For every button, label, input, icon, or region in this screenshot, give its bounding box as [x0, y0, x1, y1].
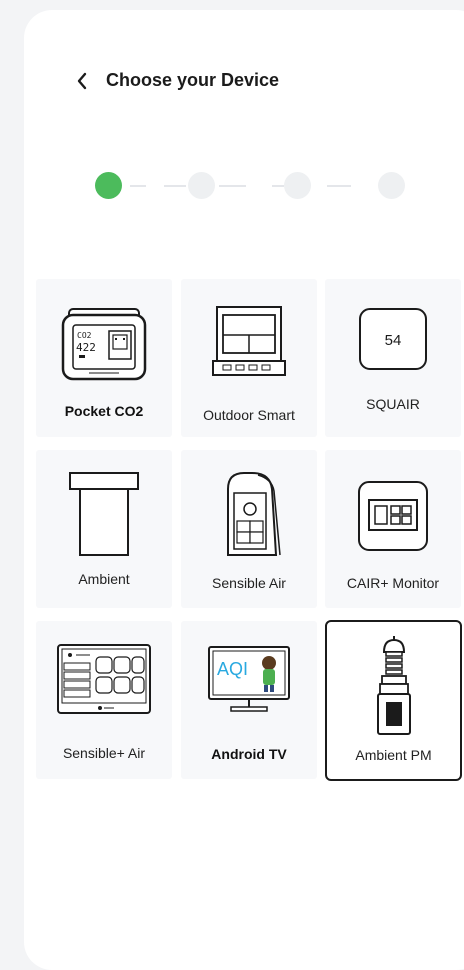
device-tile-sensible-air[interactable]: Sensible Air — [181, 450, 317, 608]
progress-stepper — [78, 166, 418, 206]
device-label-sensible-air: Sensible Air — [212, 575, 286, 591]
sensible-plus-air-device-icon — [57, 644, 151, 714]
step-connector — [327, 185, 351, 187]
device-label-ambient-pm: Ambient PM — [355, 747, 432, 763]
ambient-pm-device-icon — [376, 636, 411, 735]
outdoor-smart-device-icon — [212, 306, 286, 376]
step-1-dot — [95, 172, 122, 199]
tv-screen-text: AQI — [217, 659, 248, 679]
device-label-android-tv: Android TV — [211, 746, 287, 762]
device-label-ambient: Ambient — [78, 571, 130, 587]
squair-device-icon: 54 — [359, 308, 427, 370]
step-connector — [272, 185, 284, 187]
sensible-air-device-icon — [227, 472, 281, 556]
ambient-device-icon — [69, 472, 139, 556]
device-label-sensible-plus-air: Sensible+ Air — [62, 745, 146, 761]
co2-caption: CO2 — [77, 331, 92, 340]
device-label-pocket-co2: Pocket CO2 — [64, 403, 144, 419]
device-tile-outdoor-smart[interactable]: Outdoor Smart — [181, 279, 317, 437]
step-connector — [164, 185, 186, 187]
android-tv-icon: AQI — [208, 646, 290, 712]
pocket-co2-device-icon: CO2 422 — [61, 308, 147, 381]
co2-reading: 422 — [76, 341, 96, 354]
step-3-dot — [284, 172, 311, 199]
cair-monitor-device-icon — [358, 481, 428, 551]
device-tile-cair-monitor[interactable]: CAIR+ Monitor — [325, 450, 461, 608]
page-title: Choose your Device — [106, 70, 280, 90]
device-tile-sensible-plus-air[interactable]: Sensible+ Air — [36, 621, 172, 779]
step-4-dot — [378, 172, 405, 199]
header: Choose your Device — [72, 70, 279, 91]
step-connector — [130, 185, 146, 187]
squair-reading: 54 — [385, 332, 402, 349]
device-label-cair-monitor: CAIR+ Monitor — [346, 575, 440, 591]
device-tile-android-tv[interactable]: AQI Android TV — [181, 621, 317, 779]
step-2-dot — [188, 172, 215, 199]
device-tile-ambient[interactable]: Ambient — [36, 450, 172, 608]
device-tile-ambient-pm[interactable]: Ambient PM — [325, 620, 462, 781]
device-label-squair: SQUAIR — [366, 396, 420, 412]
chevron-left-icon[interactable] — [72, 71, 92, 91]
device-tile-pocket-co2[interactable]: CO2 422 Pocket CO2 — [36, 279, 172, 437]
step-connector — [219, 185, 246, 187]
device-tile-squair[interactable]: 54 SQUAIR — [325, 279, 461, 437]
device-label-outdoor-smart: Outdoor Smart — [203, 407, 295, 423]
